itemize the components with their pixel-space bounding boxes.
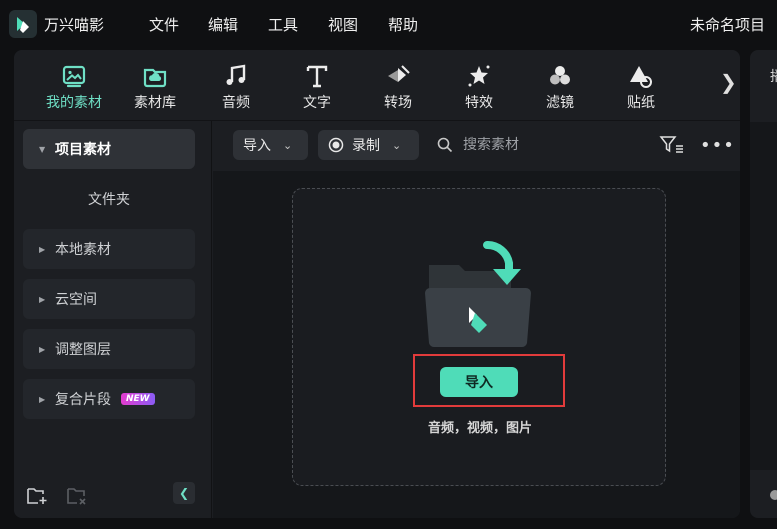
sidebar-item-label: 项目素材 bbox=[55, 142, 111, 158]
record-icon bbox=[328, 137, 344, 153]
sidebar-item-label: 复合片段 bbox=[55, 392, 111, 408]
sidebar-bottom-actions bbox=[26, 486, 88, 506]
menu-tools[interactable]: 工具 bbox=[268, 14, 298, 35]
chevron-down-icon: ⌄ bbox=[283, 138, 293, 152]
player-tab-label[interactable]: 播 bbox=[770, 66, 777, 86]
title-bar: 万兴喵影 文件 编辑 工具 视图 帮助 未命名项目 bbox=[0, 0, 777, 48]
preview-area bbox=[750, 122, 777, 470]
expand-triangle-icon: ▶ bbox=[39, 344, 46, 354]
menu-help[interactable]: 帮助 bbox=[388, 14, 418, 35]
sidebar-item-compound-clip[interactable]: ▶ 复合片段 NEW bbox=[23, 379, 195, 419]
import-dropdown-label: 导入 bbox=[243, 138, 271, 154]
app-name: 万兴喵影 bbox=[44, 16, 105, 34]
import-dropdown[interactable]: 导入 ⌄ bbox=[233, 130, 308, 160]
tab-media-library[interactable]: 素材库 bbox=[115, 62, 195, 114]
media-panel: 我的素材 素材库 音频 文字 转场 特效 滤镜 贴纸 ❯ ▼ 项目素材 文件夹 … bbox=[14, 50, 740, 518]
tab-my-media[interactable]: 我的素材 bbox=[34, 62, 114, 114]
expand-triangle-icon: ▶ bbox=[39, 394, 46, 404]
project-name[interactable]: 未命名项目 bbox=[690, 14, 765, 35]
add-folder-icon[interactable] bbox=[26, 486, 48, 506]
tab-label: 音频 bbox=[222, 95, 250, 111]
app-logo-icon bbox=[9, 10, 37, 38]
menu-edit[interactable]: 编辑 bbox=[208, 14, 238, 35]
menu-file[interactable]: 文件 bbox=[149, 14, 179, 35]
collapse-triangle-icon: ▼ bbox=[39, 144, 46, 154]
tab-label: 特效 bbox=[465, 95, 493, 111]
sidebar: ▼ 项目素材 文件夹 ▶ 本地素材 ▶ 云空间 ▶ 调整图层 ▶ 复合片段 NE… bbox=[14, 121, 212, 518]
new-badge: NEW bbox=[121, 393, 155, 405]
tab-stickers[interactable]: 贴纸 bbox=[601, 62, 681, 114]
sidebar-item-label: 本地素材 bbox=[55, 242, 111, 258]
tab-transition[interactable]: 转场 bbox=[358, 62, 438, 114]
sidebar-item-folder[interactable]: 文件夹 bbox=[23, 179, 195, 219]
tab-effects[interactable]: 特效 bbox=[439, 62, 519, 114]
sidebar-item-label: 调整图层 bbox=[55, 342, 111, 358]
expand-triangle-icon: ▶ bbox=[39, 294, 46, 304]
import-folder-icon bbox=[425, 241, 531, 348]
tab-label: 素材库 bbox=[134, 95, 176, 111]
transition-icon bbox=[388, 65, 410, 82]
my-media-icon bbox=[62, 65, 86, 88]
tab-label: 贴纸 bbox=[627, 95, 655, 111]
more-options-icon[interactable]: ••• bbox=[700, 135, 735, 156]
filter-circles-icon bbox=[550, 66, 570, 85]
sidebar-item-cloud-space[interactable]: ▶ 云空间 bbox=[23, 279, 195, 319]
sidebar-item-local-media[interactable]: ▶ 本地素材 bbox=[23, 229, 195, 269]
delete-folder-icon[interactable] bbox=[66, 486, 88, 506]
supported-formats-hint: 音频，视频，图片 bbox=[427, 421, 532, 436]
preview-panel: 播 bbox=[750, 50, 777, 518]
search-input[interactable] bbox=[463, 132, 643, 158]
record-dropdown-label: 录制 bbox=[352, 138, 380, 154]
sidebar-item-label: 云空间 bbox=[55, 292, 97, 308]
media-content: 导入 ⌄ 录制 ⌄ ••• bbox=[213, 121, 740, 518]
sticker-icon bbox=[630, 66, 652, 88]
playhead-dot-icon[interactable] bbox=[770, 490, 777, 500]
sidebar-item-adjustment-layer[interactable]: ▶ 调整图层 bbox=[23, 329, 195, 369]
filter-sort-icon[interactable] bbox=[659, 135, 685, 155]
next-tabs-arrow[interactable]: ❯ bbox=[720, 70, 737, 94]
menu-view[interactable]: 视图 bbox=[328, 14, 358, 35]
expand-triangle-icon: ▶ bbox=[39, 244, 46, 254]
drop-zone[interactable]: 导入 音频，视频，图片 bbox=[292, 188, 666, 486]
cloud-library-icon bbox=[143, 68, 167, 88]
collapse-sidebar-button[interactable]: ❮ bbox=[173, 482, 195, 504]
chevron-down-icon: ⌄ bbox=[392, 138, 402, 152]
record-dropdown[interactable]: 录制 ⌄ bbox=[318, 130, 419, 160]
tab-filters[interactable]: 滤镜 bbox=[520, 62, 600, 114]
search-icon bbox=[437, 137, 453, 153]
media-drop-area: 导入 音频，视频，图片 bbox=[213, 171, 740, 518]
import-media-button[interactable]: 导入 bbox=[440, 367, 518, 397]
tab-label: 滤镜 bbox=[546, 95, 574, 111]
effects-star-icon bbox=[468, 65, 490, 87]
text-icon bbox=[306, 65, 328, 88]
media-toolbar: 我的素材 素材库 音频 文字 转场 特效 滤镜 贴纸 ❯ bbox=[14, 50, 740, 120]
tab-label: 文字 bbox=[303, 95, 331, 111]
music-note-icon bbox=[226, 64, 246, 85]
tab-audio[interactable]: 音频 bbox=[196, 62, 276, 114]
tab-text[interactable]: 文字 bbox=[277, 62, 357, 114]
sidebar-item-project-media[interactable]: ▼ 项目素材 bbox=[23, 129, 195, 169]
tab-label: 我的素材 bbox=[46, 95, 102, 111]
tab-label: 转场 bbox=[384, 95, 412, 111]
